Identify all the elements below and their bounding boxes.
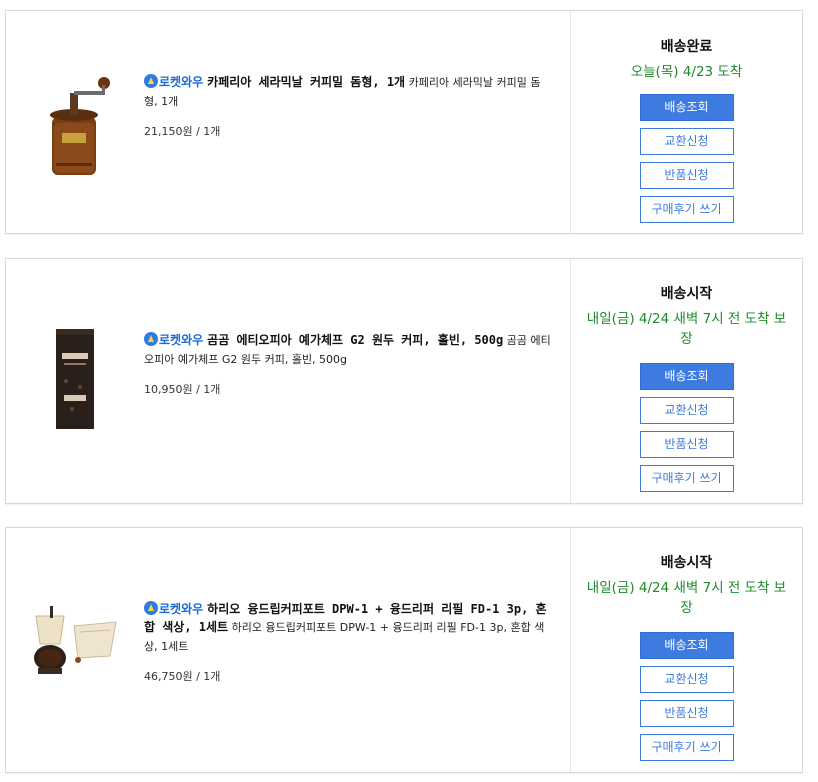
write-review-button[interactable]: 구매후기 쓰기 <box>639 196 734 223</box>
order-product-section: 로켓와우 카페리아 세라믹날 커피밀 돔형, 1개 카페리아 세라믹날 커피밀 돔… <box>6 11 570 233</box>
write-review-button[interactable]: 구매후기 쓰기 <box>639 465 734 492</box>
order-card: 로켓와우 곰곰 에티오피아 예가체프 G2 원두 커피, 홀빈, 500g 곰곰 … <box>5 258 803 504</box>
track-delivery-button[interactable]: 배송조회 <box>639 363 734 390</box>
product-image-coffee-bag[interactable] <box>34 325 114 433</box>
write-review-button[interactable]: 구매후기 쓰기 <box>639 734 734 761</box>
return-request-button[interactable]: 반품신청 <box>639 431 734 458</box>
rocket-wow-badge: 로켓와우 <box>144 600 203 618</box>
delivery-status-section: 배송완료 오늘(목) 4/23 도착 배송조회 교환신청 반품신청 구매후기 쓰… <box>570 11 802 233</box>
return-request-button[interactable]: 반품신청 <box>639 162 734 189</box>
delivery-status-section: 배송시작 내일(금) 4/24 새벽 7시 전 도착 보장 배송조회 교환신청 … <box>570 259 802 503</box>
rocket-wow-badge: 로켓와우 <box>144 73 203 91</box>
product-name[interactable]: 카페리아 세라믹날 커피밀 돔형, 1개 <box>207 75 405 89</box>
order-product-section: 로켓와우 곰곰 에티오피아 예가체프 G2 원두 커피, 홀빈, 500g 곰곰 … <box>6 259 570 503</box>
rocket-wow-badge: 로켓와우 <box>144 331 203 349</box>
product-name[interactable]: 곰곰 에티오피아 예가체프 G2 원두 커피, 홀빈, 500g <box>207 333 503 347</box>
order-product-section: 로켓와우 하리오 융드립커피포트 DPW-1 + 융드리퍼 리필 FD-1 3p,… <box>6 528 570 772</box>
arrival-date: 내일(금) 4/24 새벽 7시 전 도착 보장 <box>586 580 787 616</box>
product-image-drip-pot-set[interactable] <box>24 596 124 686</box>
track-delivery-button[interactable]: 배송조회 <box>639 632 734 659</box>
product-title[interactable]: 로켓와우 곰곰 에티오피아 예가체프 G2 원두 커피, 홀빈, 500g 곰곰 … <box>144 331 554 369</box>
track-delivery-button[interactable]: 배송조회 <box>639 94 734 121</box>
arrival-date: 오늘(목) 4/23 도착 <box>630 64 743 80</box>
rocket-icon <box>144 601 158 615</box>
product-title[interactable]: 로켓와우 하리오 융드립커피포트 DPW-1 + 융드리퍼 리필 FD-1 3p,… <box>144 600 554 656</box>
rocket-icon <box>144 74 158 88</box>
product-price: 10,950원 / 1개 <box>144 383 221 396</box>
product-title[interactable]: 로켓와우 카페리아 세라믹날 커피밀 돔형, 1개 카페리아 세라믹날 커피밀 돔… <box>144 73 554 111</box>
product-info: 로켓와우 곰곰 에티오피아 예가체프 G2 원두 커피, 홀빈, 500g 곰곰 … <box>144 331 554 397</box>
delivery-status: 배송완료 <box>660 39 713 55</box>
exchange-request-button[interactable]: 교환신청 <box>639 397 734 424</box>
order-card: 로켓와우 카페리아 세라믹날 커피밀 돔형, 1개 카페리아 세라믹날 커피밀 돔… <box>5 10 803 234</box>
arrival-date: 내일(금) 4/24 새벽 7시 전 도착 보장 <box>586 311 787 347</box>
delivery-status: 배송시작 <box>660 286 713 302</box>
product-info: 로켓와우 하리오 융드립커피포트 DPW-1 + 융드리퍼 리필 FD-1 3p,… <box>144 600 554 684</box>
product-image-coffee-grinder[interactable] <box>34 67 114 177</box>
delivery-status-section: 배송시작 내일(금) 4/24 새벽 7시 전 도착 보장 배송조회 교환신청 … <box>570 528 802 772</box>
product-info: 로켓와우 카페리아 세라믹날 커피밀 돔형, 1개 카페리아 세라믹날 커피밀 돔… <box>144 73 554 139</box>
product-price: 46,750원 / 1개 <box>144 670 221 683</box>
exchange-request-button[interactable]: 교환신청 <box>639 128 734 155</box>
product-price: 21,150원 / 1개 <box>144 125 221 138</box>
delivery-status: 배송시작 <box>660 555 713 571</box>
rocket-icon <box>144 332 158 346</box>
order-card: 로켓와우 하리오 융드립커피포트 DPW-1 + 융드리퍼 리필 FD-1 3p,… <box>5 527 803 773</box>
exchange-request-button[interactable]: 교환신청 <box>639 666 734 693</box>
return-request-button[interactable]: 반품신청 <box>639 700 734 727</box>
